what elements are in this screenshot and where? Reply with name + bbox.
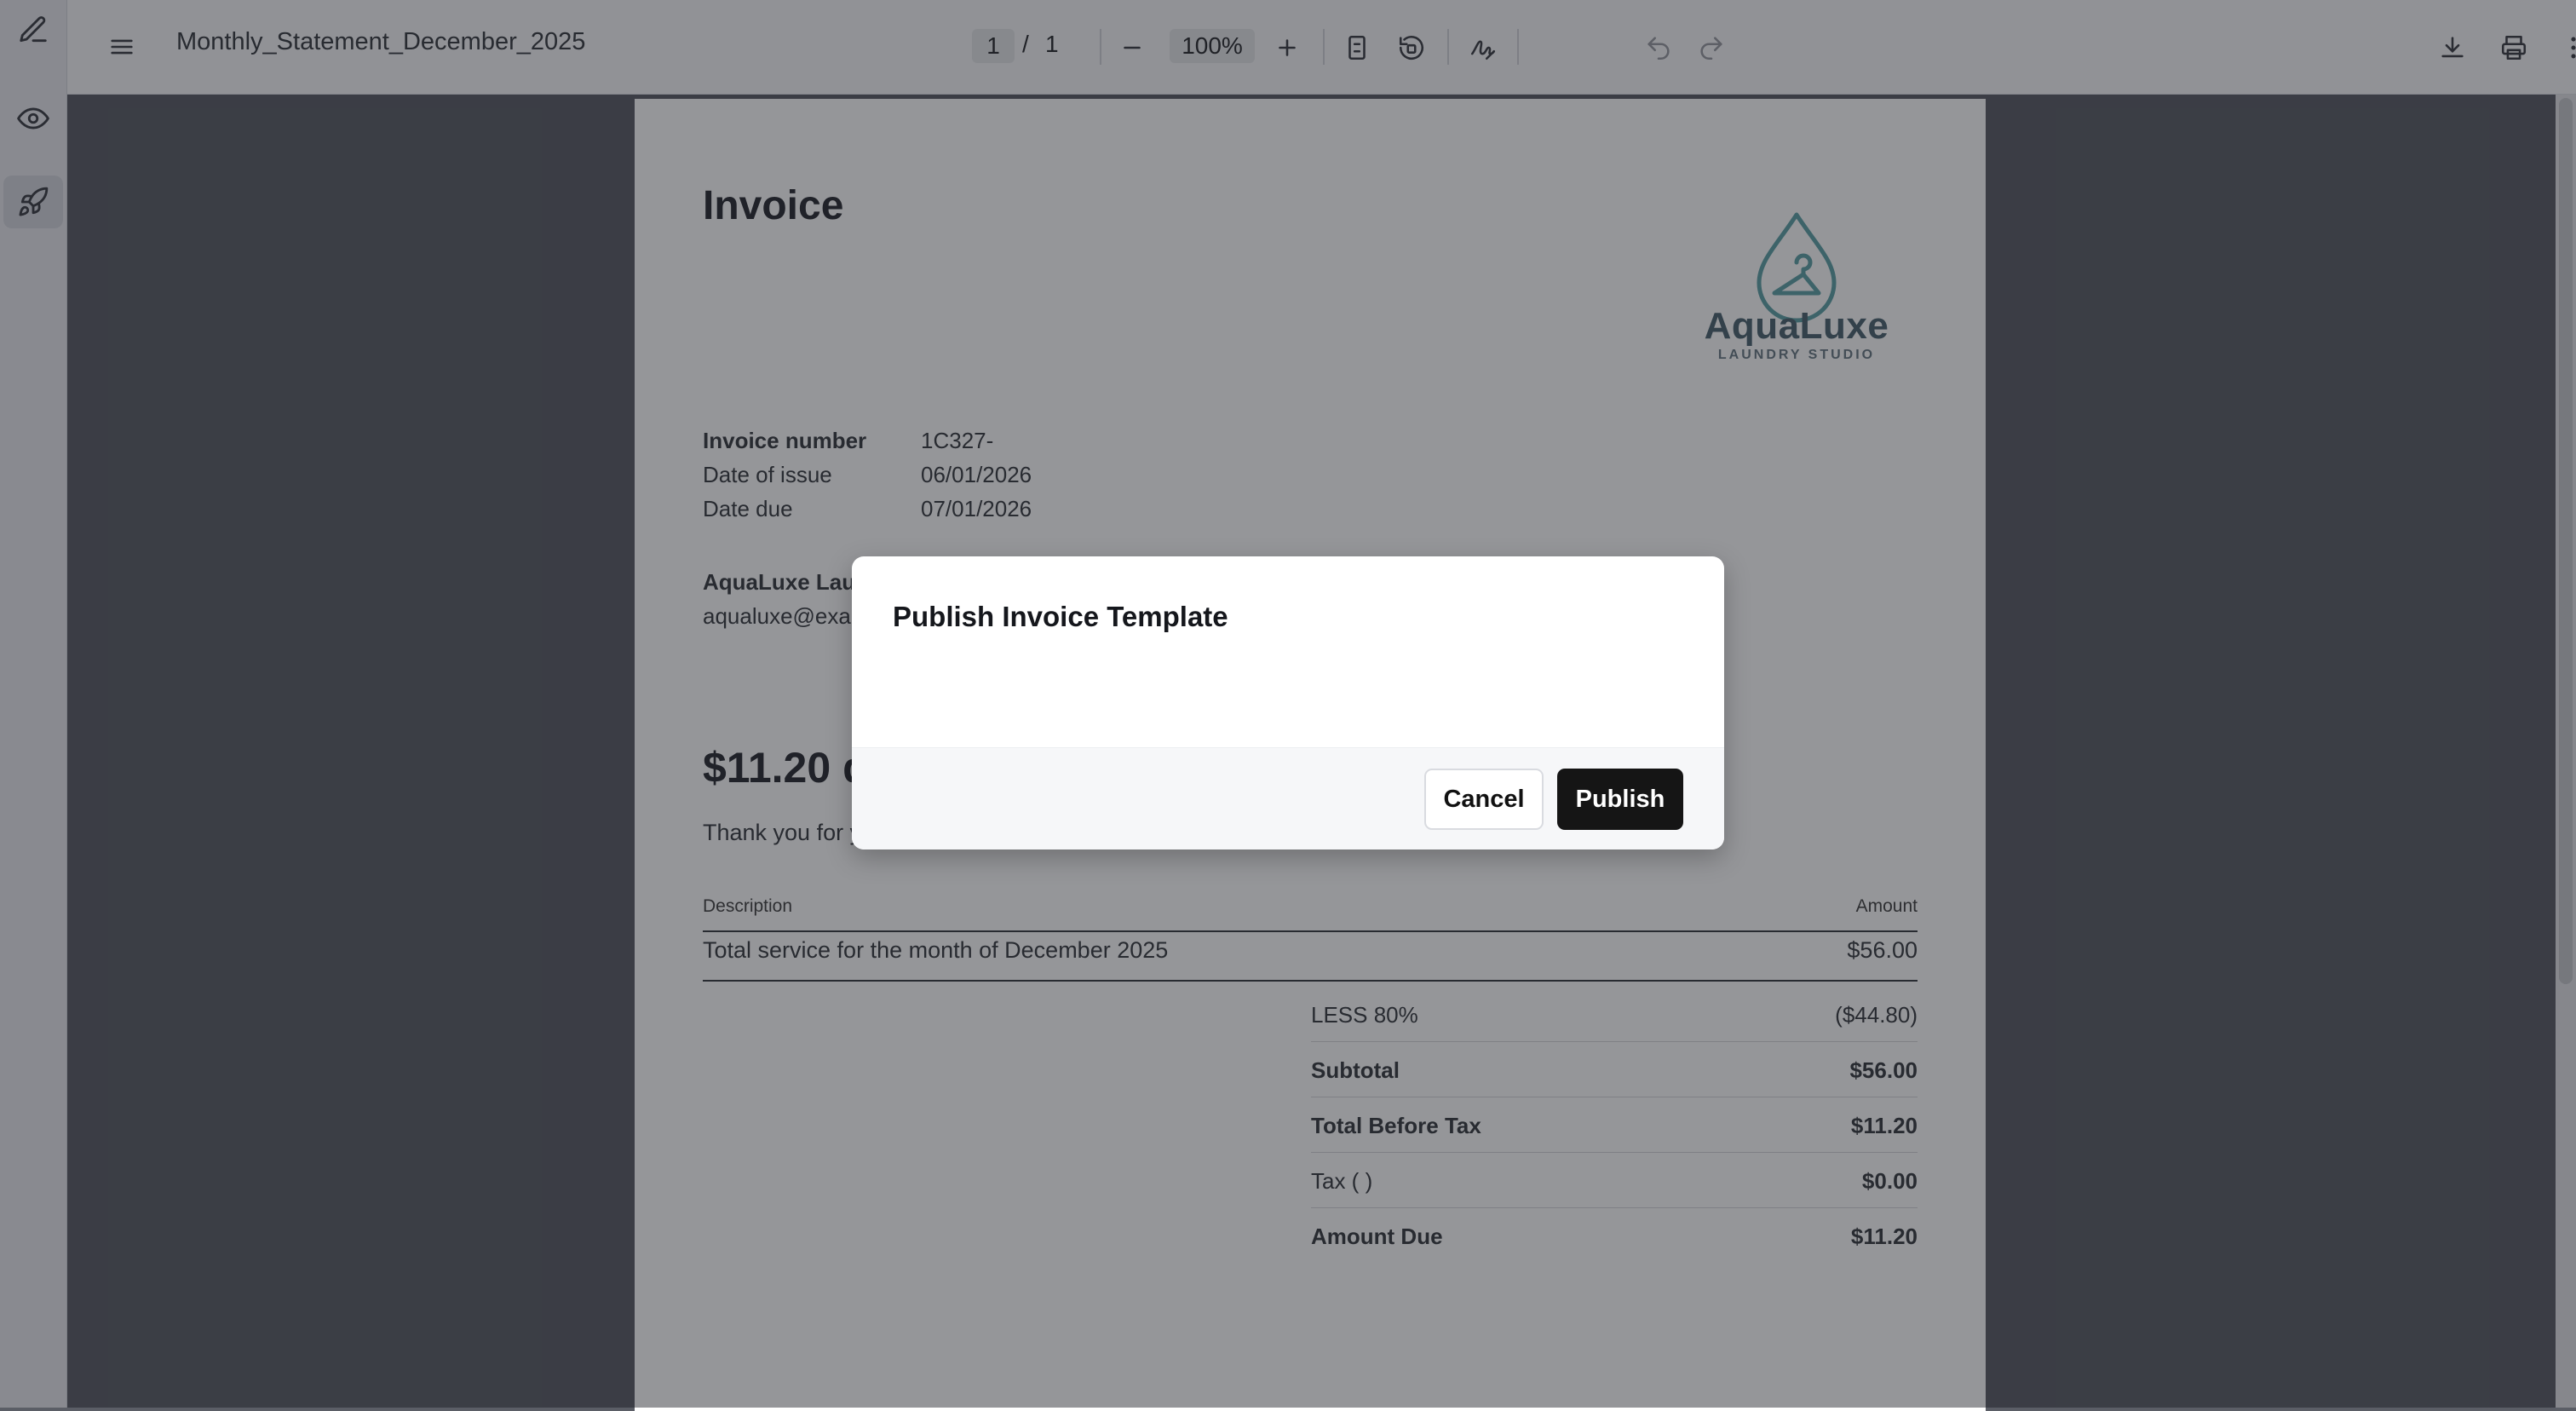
- publish-dialog: Publish Invoice Template Cancel Publish: [852, 556, 1724, 849]
- dialog-footer: Cancel Publish: [852, 747, 1724, 849]
- publish-button[interactable]: Publish: [1557, 769, 1683, 830]
- cancel-button[interactable]: Cancel: [1424, 769, 1544, 830]
- dialog-title: Publish Invoice Template: [893, 601, 1228, 632]
